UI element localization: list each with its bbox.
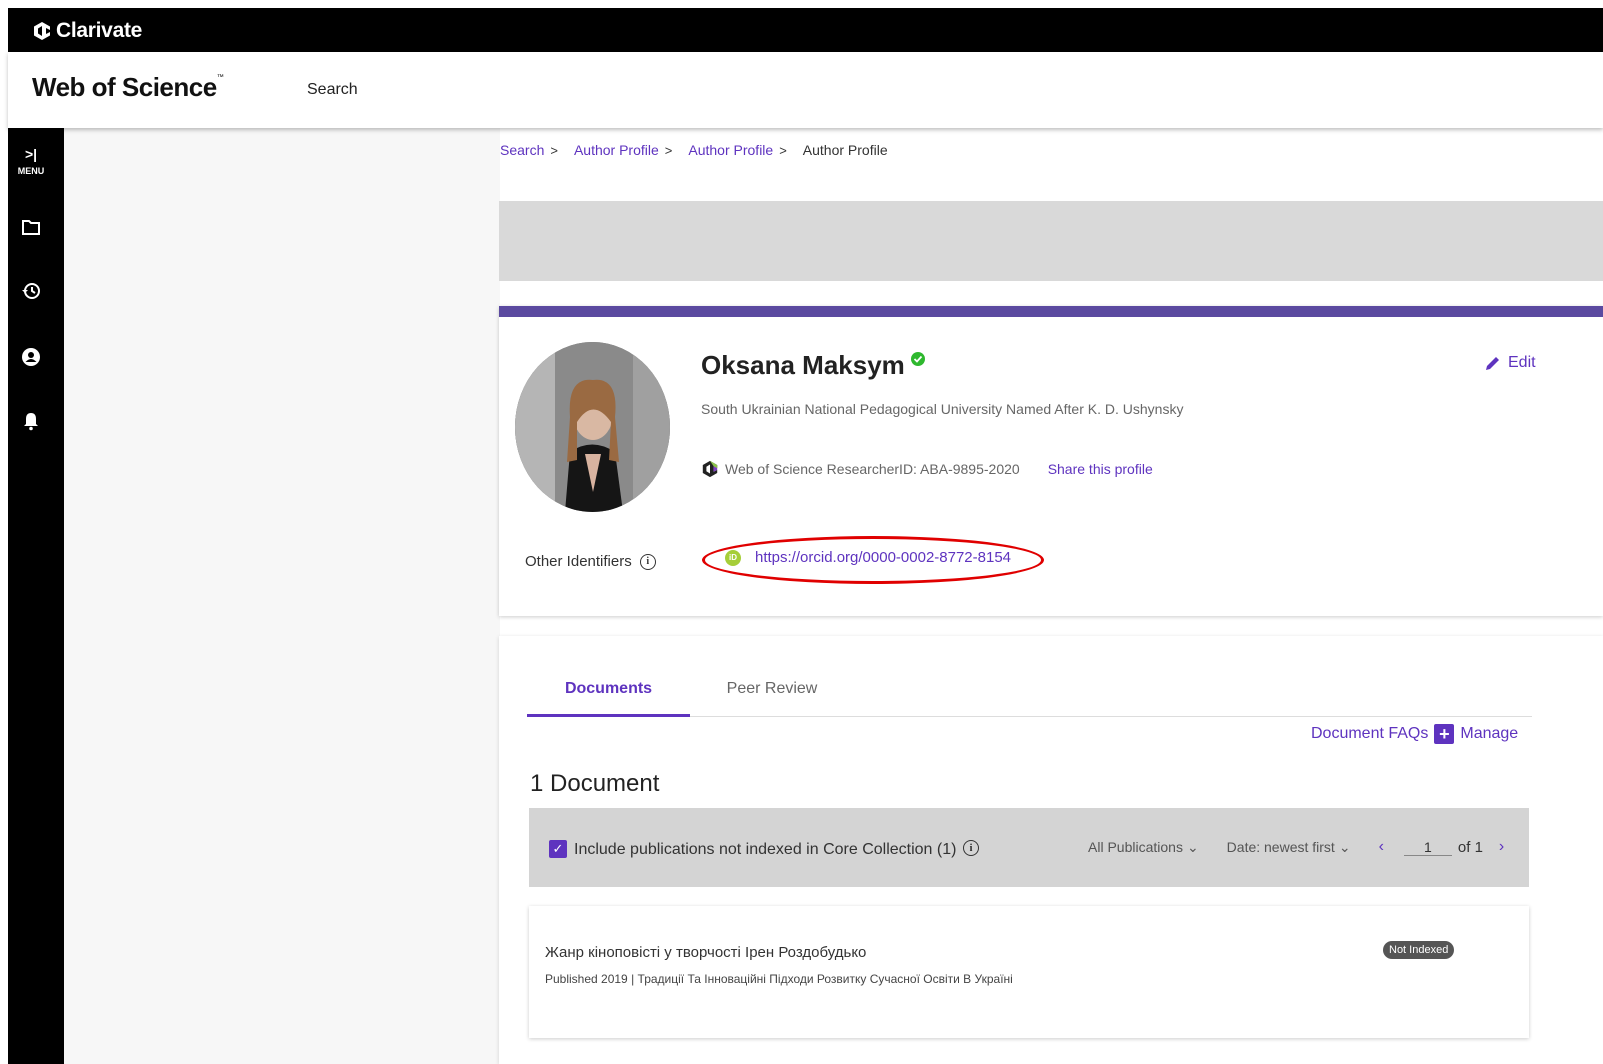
breadcrumb-author-profile[interactable]: Author Profile (688, 142, 773, 158)
publications-filter-dropdown[interactable]: All Publications ⌄ (1088, 839, 1199, 856)
tab-peer-review[interactable]: Peer Review (692, 676, 852, 717)
left-panel (64, 128, 500, 1064)
previous-page-icon[interactable]: ‹ (1379, 838, 1384, 856)
document-actions: Document FAQs + Manage (1311, 724, 1518, 744)
sort-dropdown[interactable]: Date: newest first ⌄ (1227, 839, 1351, 856)
status-badge: Not Indexed (1383, 941, 1455, 959)
other-identifiers: Other Identifiers i (525, 553, 656, 570)
list-item[interactable]: Жанр кіноповісті у творчості Ірен Роздоб… (529, 906, 1529, 1038)
highlight-ellipse (702, 536, 1044, 584)
profile-card: Oksana Maksym South Ukrainian National P… (499, 306, 1603, 616)
document-count: 1 Document (530, 770, 660, 797)
breadcrumb-search[interactable]: Search (500, 142, 544, 158)
documents-card: Documents Peer Review Document FAQs + Ma… (499, 636, 1603, 1064)
filter-controls: All Publications ⌄ Date: newest first ⌄ … (1088, 838, 1504, 856)
other-identifiers-label: Other Identifiers (525, 553, 632, 570)
search-nav-link[interactable]: Search (307, 81, 358, 99)
edit-label: Edit (1508, 354, 1536, 371)
manage-link[interactable]: Manage (1460, 725, 1518, 743)
next-page-icon[interactable]: › (1499, 838, 1504, 856)
include-not-indexed-label[interactable]: Include publications not indexed in Core… (574, 841, 956, 859)
menu-label: MENU (17, 166, 45, 176)
folder-icon[interactable] (20, 216, 42, 238)
avatar (515, 342, 670, 512)
breadcrumb: Search > Author Profile > Author Profile… (500, 142, 888, 158)
researcher-id-icon (702, 460, 718, 478)
info-icon[interactable]: i (963, 840, 979, 856)
edit-profile-button[interactable]: Edit (1484, 354, 1536, 372)
chevron-down-icon: ⌄ (1186, 838, 1199, 855)
user-icon[interactable] (20, 346, 42, 368)
bell-icon[interactable] (20, 410, 42, 432)
clarivate-logo-icon (34, 22, 50, 40)
share-profile-link[interactable]: Share this profile (1048, 461, 1153, 477)
document-title[interactable]: Жанр кіноповісті у творчості Ірен Роздоб… (545, 944, 866, 961)
document-meta: Published 2019 | Традиції Та Інноваційні… (545, 972, 1013, 986)
page-input[interactable]: 1 (1403, 839, 1452, 856)
app-header: Web of Science™ Search (8, 52, 1603, 128)
pencil-icon (1486, 357, 1499, 370)
profile-banner (499, 201, 1603, 281)
history-icon[interactable] (20, 280, 42, 302)
researcher-id-row: Web of Science ResearcherID: ABA-9895-20… (701, 460, 1153, 478)
publications-filter-label: All Publications (1088, 839, 1183, 855)
menu-toggle-button[interactable]: >| MENU (8, 146, 54, 176)
verified-check-icon (910, 351, 925, 366)
app-title[interactable]: Web of Science™ (32, 72, 224, 103)
breadcrumb-current: Author Profile (802, 142, 888, 158)
breadcrumb-separator: > (779, 142, 787, 158)
add-box-icon[interactable]: + (1434, 724, 1455, 744)
breadcrumb-author-profile[interactable]: Author Profile (574, 142, 659, 158)
breadcrumb-separator: > (550, 142, 558, 158)
chevron-down-icon: ⌄ (1338, 838, 1351, 855)
tab-documents[interactable]: Documents (527, 676, 690, 717)
expand-icon: >| (24, 146, 38, 162)
clarivate-logo[interactable]: Clarivate (32, 19, 142, 43)
sort-label: Date: newest first (1226, 839, 1335, 855)
side-nav: >| MENU (8, 128, 64, 1064)
brand-name: Clarivate (56, 19, 143, 42)
researcher-id: Web of Science ResearcherID: ABA-9895-20… (725, 461, 1020, 477)
include-not-indexed-checkbox[interactable]: ✓ (549, 840, 567, 858)
top-bar: Clarivate (8, 8, 1603, 52)
filter-bar: ✓ Include publications not indexed in Co… (529, 808, 1529, 887)
author-affiliation: South Ukrainian National Pedagogical Uni… (701, 401, 1184, 417)
tab-bar: Documents Peer Review (527, 676, 1532, 717)
breadcrumb-separator: > (664, 142, 673, 158)
author-name: Oksana Maksym (701, 350, 925, 381)
page-total: of 1 (1457, 838, 1483, 856)
info-icon[interactable]: i (639, 553, 656, 570)
document-faqs-link[interactable]: Document FAQs (1311, 725, 1428, 743)
